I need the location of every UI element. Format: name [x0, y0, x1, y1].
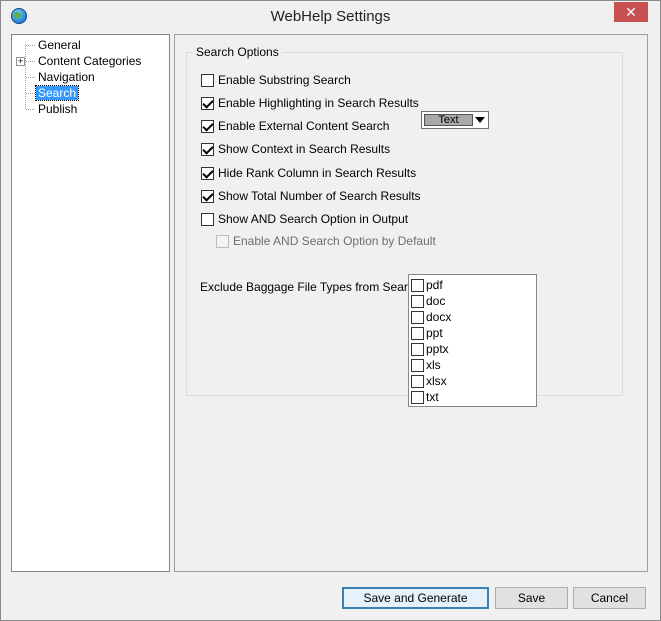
option-label: Enable Substring Search: [218, 73, 351, 87]
option-enable-external-content-search[interactable]: Enable External Content Search: [201, 118, 389, 134]
option-enable-highlighting[interactable]: Enable Highlighting in Search Results: [201, 95, 419, 111]
save-button[interactable]: Save: [495, 587, 568, 609]
option-enable-and-search-default: Enable AND Search Option by Default: [216, 233, 436, 249]
tree-item-label: Content Categories: [38, 54, 142, 68]
option-label: Enable Highlighting in Search Results: [218, 96, 419, 110]
checkbox[interactable]: [411, 358, 424, 372]
checkbox[interactable]: [411, 294, 424, 308]
cancel-button[interactable]: Cancel: [573, 587, 646, 609]
option-show-context[interactable]: Show Context in Search Results: [201, 141, 390, 157]
tree-item-navigation[interactable]: Navigation: [26, 69, 97, 85]
option-label-disabled: Enable AND Search Option by Default: [233, 234, 436, 248]
option-show-and-search[interactable]: Show AND Search Option in Output: [201, 211, 408, 227]
checkbox[interactable]: [411, 278, 424, 292]
option-hide-rank-column[interactable]: Hide Rank Column in Search Results: [201, 165, 416, 181]
file-type-pdf[interactable]: pdf: [409, 277, 536, 293]
checkbox-checked[interactable]: [201, 142, 214, 156]
option-label: Show Context in Search Results: [218, 142, 391, 156]
file-type-label: txt: [426, 390, 439, 404]
checkbox[interactable]: [411, 342, 424, 356]
file-type-docx[interactable]: docx: [409, 309, 536, 325]
option-label: Hide Rank Column in Search Results: [218, 166, 417, 180]
option-label: Show AND Search Option in Output: [218, 212, 409, 226]
file-type-label: pptx: [426, 342, 449, 356]
expand-plus-icon[interactable]: +: [16, 57, 25, 66]
checkbox[interactable]: [411, 310, 424, 324]
tree-item-search[interactable]: Search: [26, 85, 80, 101]
file-type-xls[interactable]: xls: [409, 357, 536, 373]
option-enable-substring-search[interactable]: Enable Substring Search: [201, 72, 351, 88]
file-type-ppt[interactable]: ppt: [409, 325, 536, 341]
tree-item-label: Publish: [38, 102, 78, 116]
checkbox[interactable]: [411, 374, 424, 388]
highlight-color-dropdown[interactable]: Text: [421, 111, 489, 129]
close-button[interactable]: ✕: [614, 2, 648, 22]
file-type-label: ppt: [426, 326, 443, 340]
checkbox-checked[interactable]: [201, 166, 214, 180]
webhelp-settings-dialog: WebHelp Settings ✕ General + Content Cat…: [0, 0, 661, 621]
save-and-generate-button[interactable]: Save and Generate: [342, 587, 489, 609]
file-types-list[interactable]: pdf doc docx ppt pptx xls xlsx txt: [408, 274, 537, 407]
search-settings-panel: Search Options Enable Substring Search E…: [174, 34, 648, 572]
option-show-total-number[interactable]: Show Total Number of Search Results: [201, 188, 421, 204]
file-type-xlsx[interactable]: xlsx: [409, 373, 536, 389]
search-options-group: Search Options Enable Substring Search E…: [186, 44, 623, 407]
tree-item-label: General: [38, 38, 81, 52]
title-bar[interactable]: WebHelp Settings ✕: [1, 1, 660, 32]
file-type-txt[interactable]: txt: [409, 389, 536, 405]
highlight-color-swatch: Text: [424, 114, 473, 126]
file-type-doc[interactable]: doc: [409, 293, 536, 309]
checkbox-checked[interactable]: [201, 119, 214, 133]
option-label: Enable External Content Search: [218, 119, 390, 133]
file-type-label: xls: [426, 358, 441, 372]
option-label: Show Total Number of Search Results: [218, 189, 421, 203]
file-type-pptx[interactable]: pptx: [409, 341, 536, 357]
checkbox-checked[interactable]: [201, 189, 214, 203]
settings-navigation-tree: General + Content Categories Navigation …: [11, 34, 170, 572]
checkbox[interactable]: [201, 73, 214, 87]
tree-item-label: Navigation: [38, 70, 95, 84]
exclude-file-types-label: Exclude Baggage File Types from Search :: [200, 280, 428, 294]
window-title: WebHelp Settings: [270, 8, 391, 25]
checkbox[interactable]: [411, 390, 424, 404]
file-type-label: pdf: [426, 278, 443, 292]
tree-item-label-selected: Search: [34, 85, 80, 101]
checkbox-disabled: [216, 234, 229, 248]
tree-item-content-categories[interactable]: + Content Categories: [16, 53, 143, 69]
file-type-label: xlsx: [426, 374, 447, 388]
checkbox[interactable]: [201, 212, 214, 226]
file-type-label: doc: [426, 294, 446, 308]
checkbox[interactable]: [411, 326, 424, 340]
tree-item-general[interactable]: General: [26, 37, 83, 53]
chevron-down-icon[interactable]: [475, 117, 485, 123]
tree-item-publish[interactable]: Publish: [26, 101, 79, 117]
group-title: Search Options: [193, 44, 282, 60]
checkbox-checked[interactable]: [201, 96, 214, 110]
file-type-label: docx: [426, 310, 452, 324]
